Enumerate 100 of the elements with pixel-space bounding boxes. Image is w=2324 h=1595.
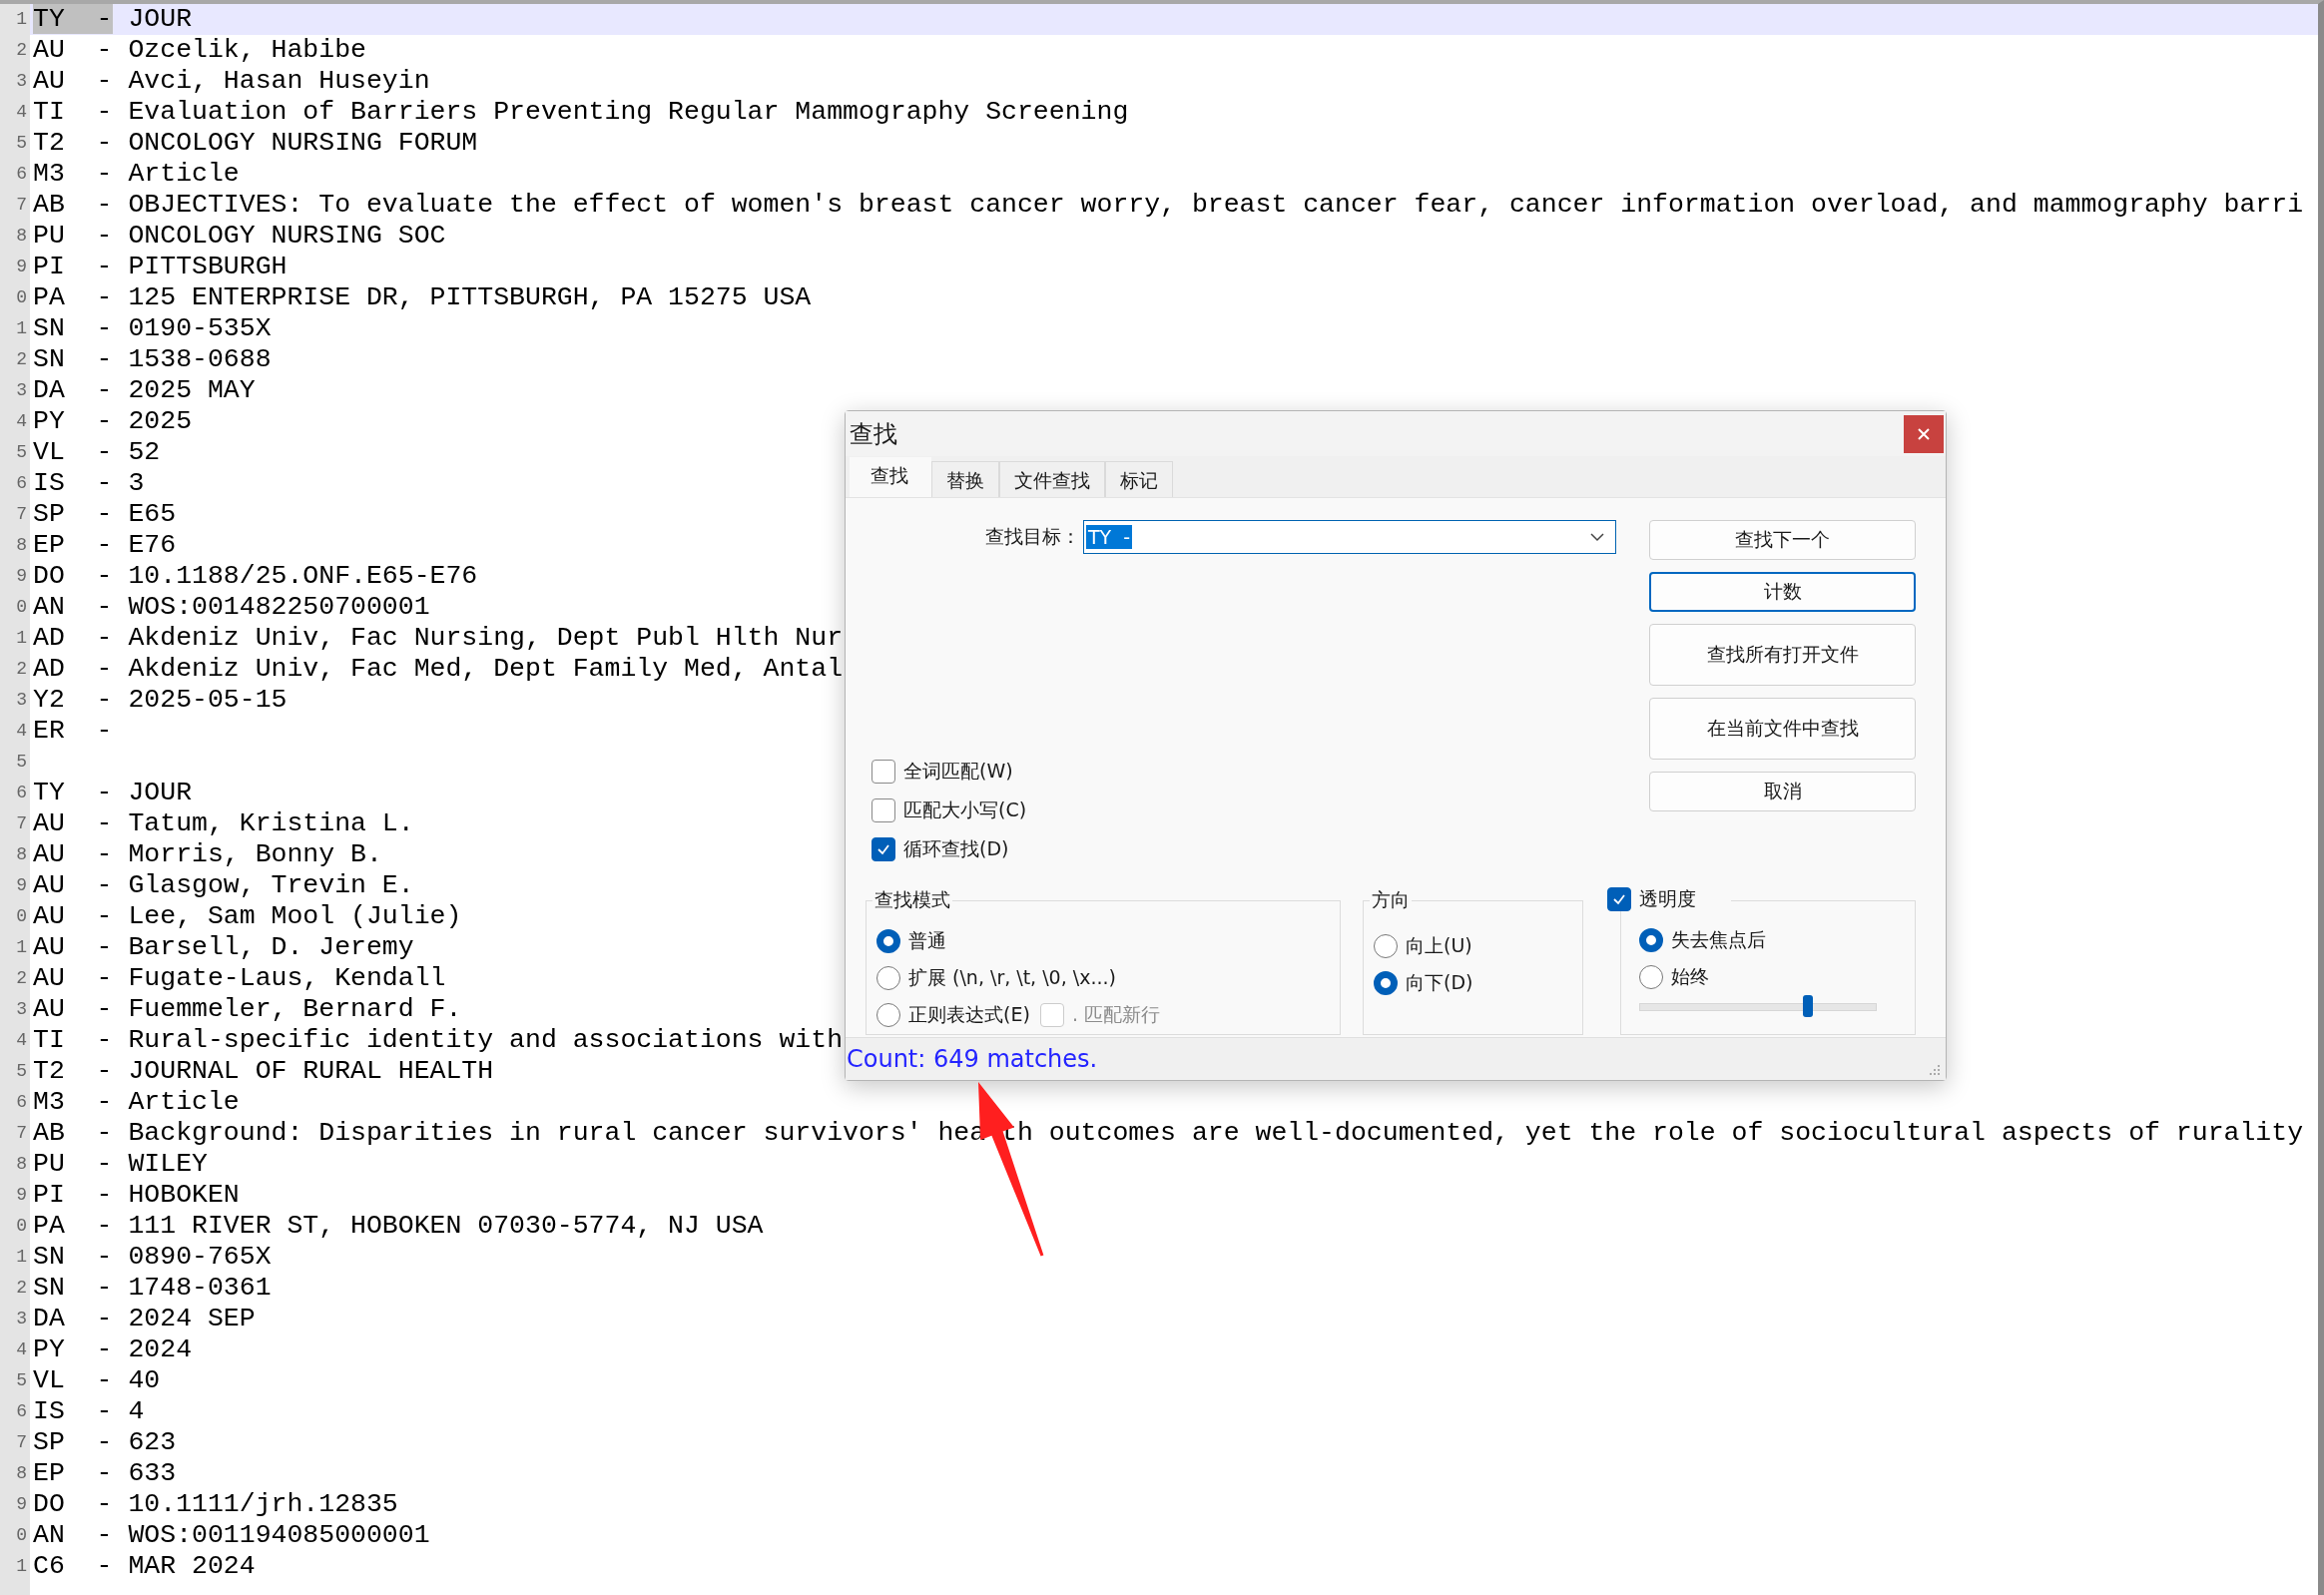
line-number: 5 — [16, 751, 28, 774]
line-number: 2 — [16, 1277, 28, 1300]
line-number: 9 — [16, 1184, 28, 1207]
dialog-button[interactable]: 查找所有打开文件 — [1649, 624, 1916, 686]
radio-button[interactable] — [1374, 971, 1398, 995]
code-line: PY - 2025 — [33, 406, 193, 437]
radio-button[interactable] — [876, 966, 900, 990]
line-number: 2 — [16, 348, 28, 371]
line-number: 9 — [16, 565, 28, 588]
line-number: 6 — [16, 1091, 28, 1114]
checkbox-label: 透明度 — [1639, 886, 1696, 911]
radio-button[interactable] — [1374, 934, 1398, 958]
close-icon — [1917, 426, 1931, 441]
line-number: 1 — [16, 1555, 28, 1578]
code-line: SN - 0890-765X — [33, 1242, 272, 1273]
checkbox[interactable] — [872, 760, 895, 784]
line-number: 3 — [16, 998, 28, 1021]
line-number: 7 — [16, 1122, 28, 1145]
field-label: 查找目标： — [985, 524, 1080, 549]
code-line: PI - HOBOKEN — [33, 1180, 240, 1211]
dialog-button[interactable]: 取消 — [1649, 772, 1916, 811]
search-combobox[interactable]: TY - — [1083, 520, 1616, 554]
line-number: 8 — [16, 1462, 28, 1485]
dialog-button[interactable]: 查找下一个 — [1649, 520, 1916, 560]
line-number: 3 — [16, 379, 28, 402]
dialog-button[interactable]: 计数 — [1649, 572, 1916, 612]
checkbox-label: 全词匹配(W) — [903, 759, 1013, 784]
line-number: 2 — [16, 658, 28, 681]
line-number: 3 — [16, 689, 28, 712]
line-number: 8 — [16, 843, 28, 866]
code-line: AD - Akdeniz Univ, Fac Nursing, Dept Publ Hlth Nur — [33, 623, 844, 654]
code-line: VL - 52 — [33, 437, 161, 468]
code-line: TI - Evaluation of Barriers Preventing Regular Mammography Screening — [33, 97, 1129, 128]
line-number: 4 — [16, 410, 28, 433]
line-number: 8 — [16, 534, 28, 557]
code-line: AU - Fugate-Laus, Kendall — [33, 963, 446, 994]
resize-grip-icon — [1930, 1065, 1942, 1077]
code-line: AD - Akdeniz Univ, Fac Med, Dept Family Med, Antal — [33, 654, 844, 685]
code-line: PU - WILEY — [33, 1149, 208, 1180]
radio-button[interactable] — [876, 929, 900, 953]
line-number: 1 — [16, 8, 28, 31]
code-line: ER - — [33, 716, 113, 747]
code-line: T2 - JOURNAL OF RURAL HEALTH — [33, 1056, 494, 1087]
dialog-button[interactable]: 在当前文件中查找 — [1649, 698, 1916, 760]
line-number: 1 — [16, 317, 28, 340]
line-number: 7 — [16, 503, 28, 526]
code-line: TY - JOUR — [33, 4, 193, 35]
line-number: 6 — [16, 163, 28, 186]
code-line: AN - WOS:001194085000001 — [33, 1520, 430, 1551]
tab[interactable]: 文件查找 — [999, 461, 1105, 497]
radio-label: 扩展 (\n, \r, \t, \0, \x...) — [908, 965, 1116, 990]
code-line: AU - Fuemmeler, Bernard F. — [33, 994, 462, 1025]
tab[interactable]: 标记 — [1105, 461, 1173, 497]
line-number: 0 — [16, 286, 28, 309]
tab[interactable]: 查找 — [850, 457, 931, 497]
line-number: 3 — [16, 1308, 28, 1330]
line-number: 3 — [16, 70, 28, 93]
checkbox-label: . 匹配新行 — [1072, 1002, 1161, 1027]
checkbox-label: 匹配大小写(C) — [903, 798, 1027, 822]
code-line: PY - 2024 — [33, 1334, 193, 1365]
line-number: 6 — [16, 1400, 28, 1423]
radio-button[interactable] — [876, 1003, 900, 1027]
line-number: 6 — [16, 472, 28, 495]
code-line: SN - 1538-0688 — [33, 344, 272, 375]
line-number: 1 — [16, 936, 28, 959]
code-line: C6 - MAR 2024 — [33, 1551, 256, 1582]
line-number: 9 — [16, 256, 28, 278]
line-number: 7 — [16, 194, 28, 217]
code-line: EP - 633 — [33, 1458, 177, 1489]
checkbox[interactable] — [872, 837, 895, 861]
checkbox-label: 循环查找(D) — [903, 836, 1009, 861]
radio-label: 向上(U) — [1406, 933, 1472, 958]
radio-label: 正则表达式(E) — [908, 1002, 1030, 1027]
close-button[interactable] — [1904, 414, 1944, 453]
line-number: 2 — [16, 967, 28, 990]
code-line: PI - PITTSBURGH — [33, 252, 288, 282]
slider-thumb[interactable] — [1802, 995, 1813, 1017]
code-line: AU - Lee, Sam Mool (Julie) — [33, 901, 462, 932]
code-line: TY - JOUR — [33, 778, 193, 808]
checkbox[interactable] — [872, 798, 895, 822]
line-number: 6 — [16, 782, 28, 804]
radio-label: 向下(D) — [1406, 970, 1473, 995]
radio-button[interactable] — [1639, 928, 1663, 952]
line-number: 8 — [16, 225, 28, 248]
line-number: 1 — [16, 1246, 28, 1269]
line-number: 4 — [16, 720, 28, 743]
code-line: EP - E76 — [33, 530, 177, 561]
line-number: 4 — [16, 1338, 28, 1361]
code-line: SP - E65 — [33, 499, 177, 530]
line-number: 0 — [16, 905, 28, 928]
code-line: AB - OBJECTIVES: To evaluate the effect of women's breast cancer worry, breast cancer fear, cancer information overload, and mammography barri — [33, 190, 2304, 221]
status-text: Count: 649 matches. — [847, 1045, 1098, 1073]
radio-label: 普通 — [908, 928, 946, 953]
code-line: SN - 0190-535X — [33, 313, 272, 344]
line-number: 5 — [16, 1060, 28, 1083]
radio-button[interactable] — [1639, 965, 1663, 989]
code-line: PA - 111 RIVER ST, HOBOKEN 07030-5774, NJ USA — [33, 1211, 764, 1242]
code-line: AU - Avci, Hasan Huseyin — [33, 66, 430, 97]
tab[interactable]: 替换 — [931, 461, 999, 497]
checkbox[interactable] — [1607, 887, 1631, 911]
